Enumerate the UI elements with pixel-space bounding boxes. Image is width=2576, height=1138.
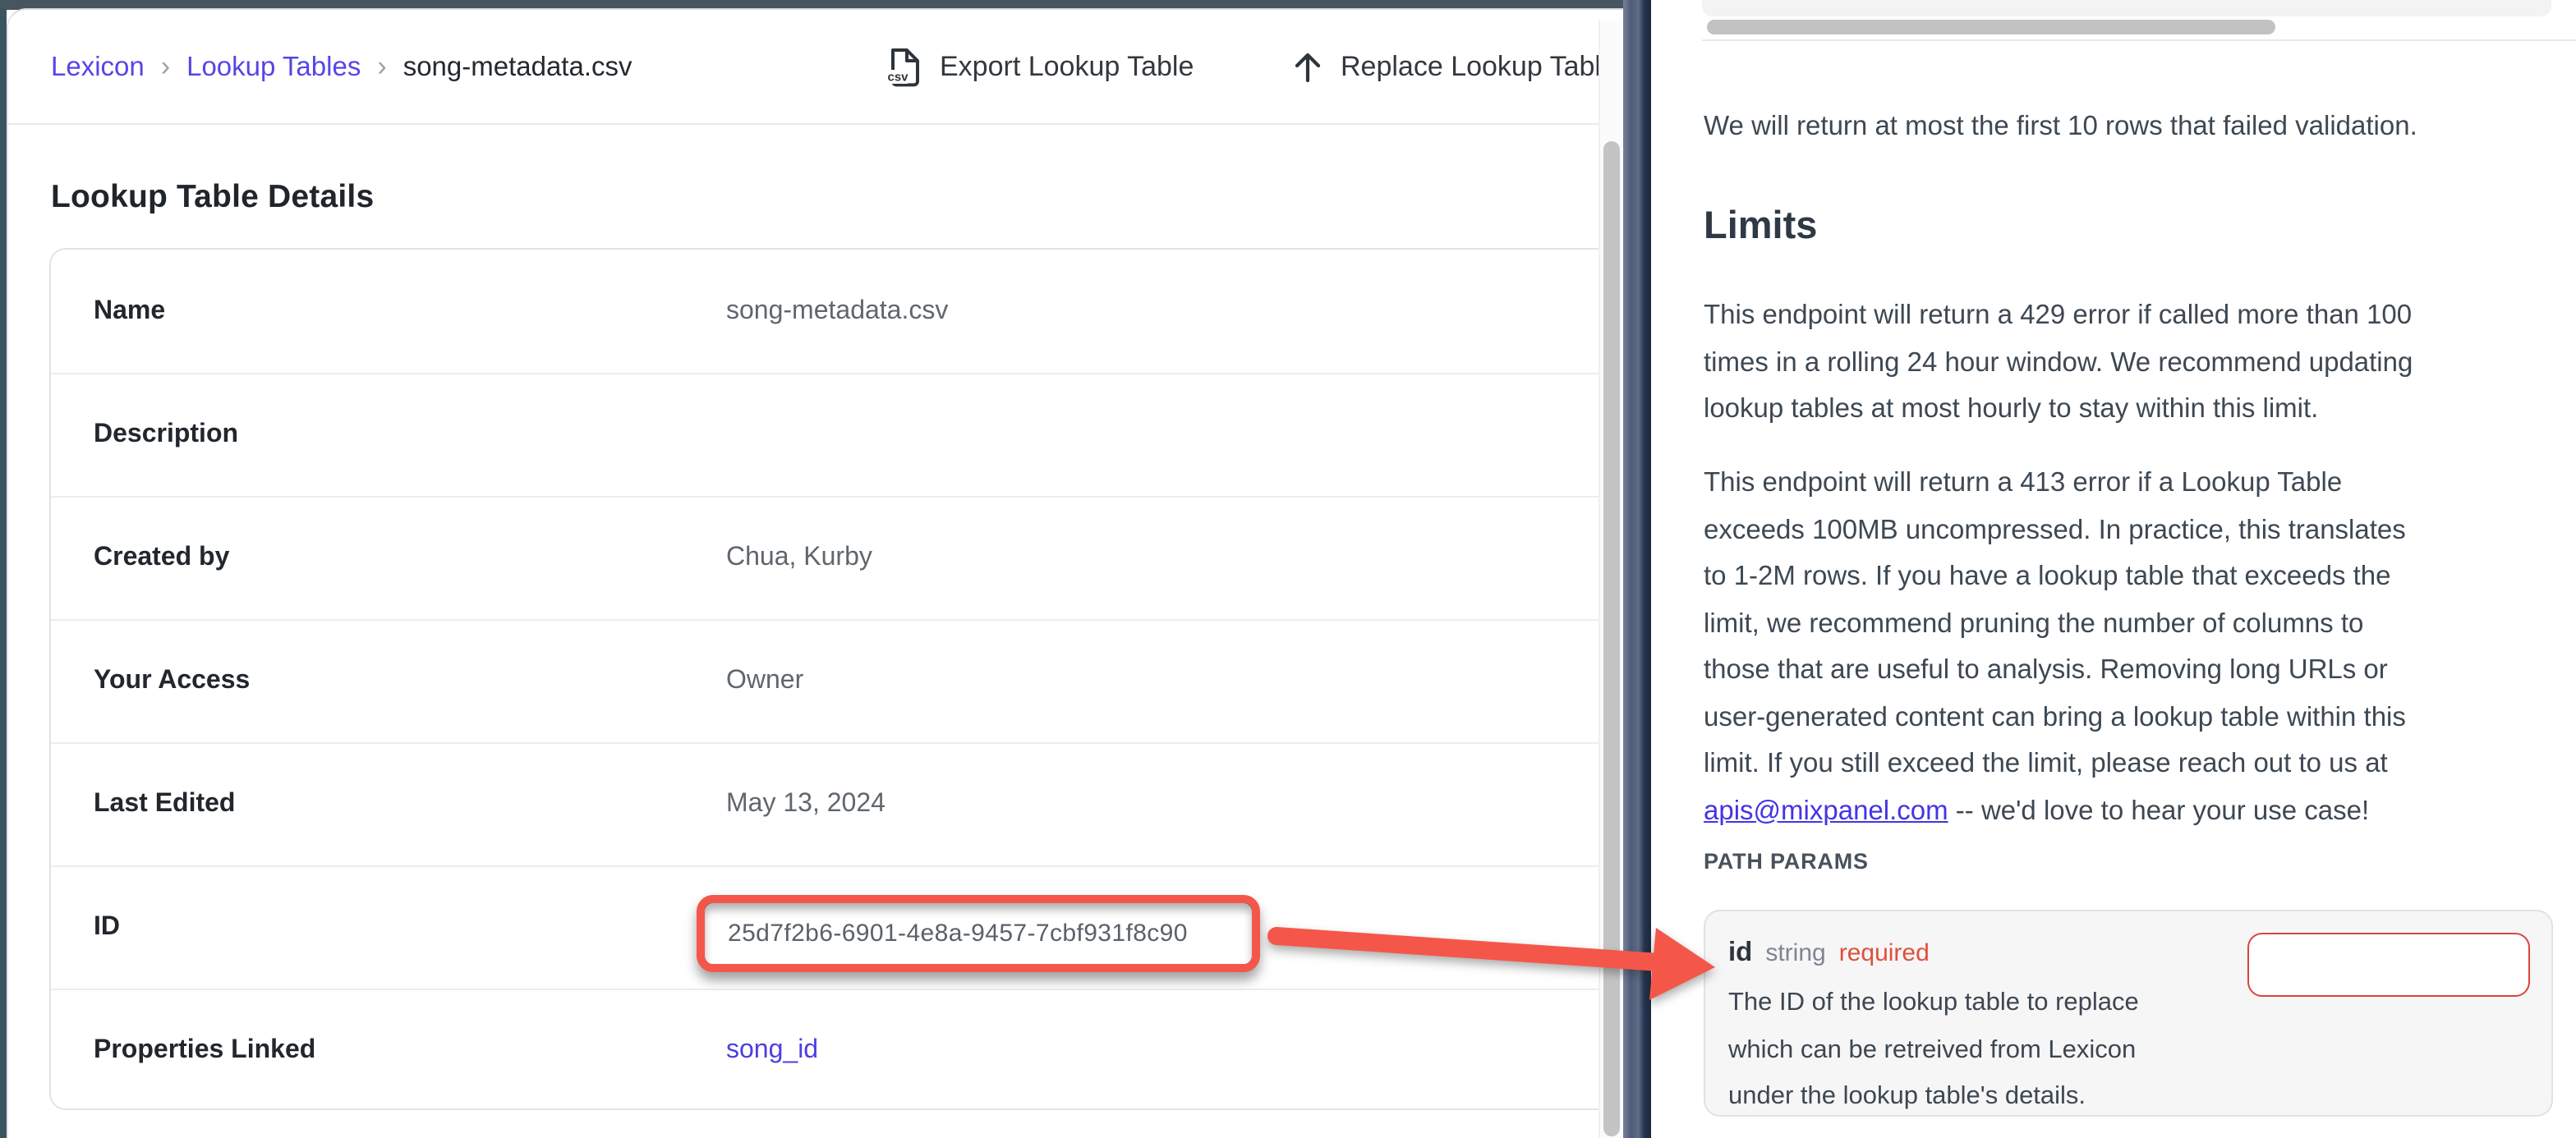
breadcrumb-lexicon[interactable]: Lexicon [51,52,145,83]
screenshot-root: Lexicon › Lookup Tables › song-metadata.… [0,0,2576,1138]
svg-text:csv: csv [887,71,908,85]
breadcrumb-current-file: song-metadata.csv [403,52,632,83]
window-gap-background [1623,0,1651,1138]
export-button-label: Export Lookup Table [940,51,1194,84]
row-value: Chua, Kurby [726,498,872,619]
arrow-up-icon [1290,48,1326,87]
chevron-right-icon: › [154,51,177,84]
limits-paragraph-413: This endpoint will return a 413 error if… [1704,460,2553,834]
lookup-table-details-card: Name song-metadata.csv Description Creat… [49,248,1623,1110]
row-label: Last Edited [94,744,235,865]
desktop-left-strip [0,8,7,1138]
row-label: Your Access [94,621,250,742]
path-params-label: PATH PARAMS [1704,849,2553,874]
table-row-properties-linked: Properties Linked song_id [51,989,1623,1112]
param-type: string [1765,939,1825,967]
row-value: May 13, 2024 [726,744,886,865]
id-value-highlight-box[interactable]: 25d7f2b6-6901-4e8a-9457-7cbf931f8c90 [697,895,1260,972]
param-description: The ID of the lookup table to replace wh… [1728,980,2139,1121]
csv-file-icon: csv [882,44,925,90]
row-label: Properties Linked [94,990,315,1112]
table-row-name: Name song-metadata.csv [51,250,1623,373]
param-required-badge: required [1839,939,1930,967]
path-param-card: id string required The ID of the lookup … [1704,910,2553,1117]
breadcrumb-lookup-tables[interactable]: Lookup Tables [186,52,361,83]
row-label: ID [94,867,120,989]
id-value-input[interactable]: 25d7f2b6-6901-4e8a-9457-7cbf931f8c90 [705,903,1252,964]
table-row-your-access: Your Access Owner [51,619,1623,742]
param-header: id string required [1728,938,1930,969]
param-id-input[interactable] [2247,933,2530,997]
limits-heading: Limits [1704,204,2553,248]
replace-button-label: Replace Lookup Table [1341,51,1617,84]
vertical-scrollbar-thumb[interactable] [1603,141,1620,1136]
horizontal-scrollbar-track[interactable] [1702,0,2551,16]
apis-email-link[interactable]: apis@mixpanel.com [1704,796,1948,825]
horizontal-scrollbar-thumb[interactable] [1707,20,2275,34]
row-value: Owner [726,621,803,742]
param-name: id [1728,938,1752,969]
paragraph-text: This endpoint will return a 413 error if… [1704,468,2406,778]
row-label: Description [94,374,238,496]
export-lookup-table-button[interactable]: csv Export Lookup Table [882,10,1194,125]
row-value: song-metadata.csv [726,250,948,373]
replace-lookup-table-button[interactable]: Replace Lookup Table [1290,10,1617,125]
divider [1702,39,2576,41]
song-id-link[interactable]: song_id [726,990,818,1112]
table-row-description: Description [51,373,1623,496]
chevron-right-icon: › [370,51,393,84]
row-label: Name [94,250,165,373]
limits-paragraph-429: This endpoint will return a 429 error if… [1704,292,2553,433]
docs-intro-text: We will return at most the first 10 rows… [1704,103,2553,151]
page-title: Lookup Table Details [51,179,374,217]
header-bar: Lexicon › Lookup Tables › song-metadata.… [8,10,1623,125]
row-label: Created by [94,498,229,619]
table-row-last-edited: Last Edited May 13, 2024 [51,742,1623,865]
paragraph-text: -- we'd love to hear your use case! [1948,796,2370,825]
api-docs-panel: We will return at most the first 10 rows… [1651,0,2576,1138]
breadcrumb: Lexicon › Lookup Tables › song-metadata.… [51,10,632,125]
table-row-created-by: Created by Chua, Kurby [51,496,1623,619]
